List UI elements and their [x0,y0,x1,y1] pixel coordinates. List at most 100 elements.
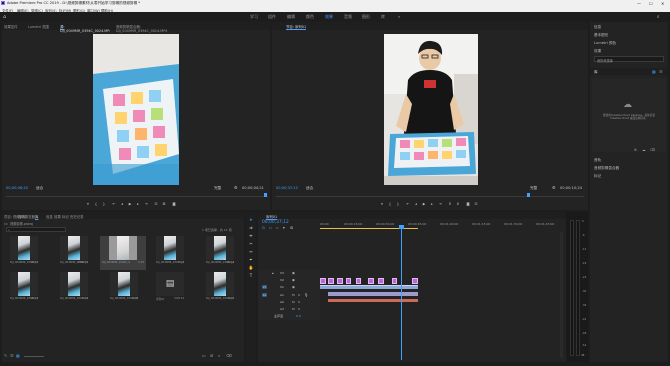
libraries-title[interactable]: 库 [594,70,598,75]
graphic-clip[interactable] [368,278,374,284]
program-step-forward-icon[interactable]: ▸ [430,202,434,206]
source-timecode[interactable]: 00;00;06;20 [6,186,28,190]
mute-button[interactable]: M [292,293,295,297]
program-fit-select[interactable]: 适合 [306,186,313,191]
project-item-5[interactable]: DJI_0049MR_0394C_00... 15:14 [206,236,234,266]
grid-view-icon[interactable]: ▦ [652,69,656,74]
tab-effects[interactable]: 效果 [54,214,61,219]
program-timecode[interactable]: 00;00;37;12 [276,186,298,190]
zoom-slider[interactable] [24,355,44,357]
maximize-button[interactable]: ☐ [649,1,653,6]
tab-info[interactable]: 信息 [46,214,53,219]
timeline-scrollbar[interactable] [560,232,563,358]
slip-tool-icon[interactable]: ↔ [248,248,254,254]
program-go-to-in-icon[interactable]: ⇤ [406,202,410,206]
new-bin-icon[interactable]: ▭ [202,353,206,358]
list-view-button-icon[interactable]: ☰ [10,353,14,358]
program-wrench-icon[interactable]: ⚙ [552,185,556,190]
trash-icon[interactable]: ⌫ [650,148,655,152]
graphic-clip[interactable] [378,278,384,284]
graphic-clip[interactable] [392,278,397,284]
source-resolution-select[interactable]: 完整 [214,186,221,191]
add-marker-icon[interactable]: ▾ [283,226,285,230]
mic-icon[interactable]: 🎙︎ [304,293,308,297]
project-item-1[interactable]: DJI_0049MR_0394C_00... 12:27 [10,236,38,266]
program-scrub-bar[interactable] [276,196,584,197]
marker-icon[interactable]: ▾ [86,202,90,206]
program-play-icon[interactable]: ▶ [422,202,426,206]
write-lock-icon[interactable]: ✎ [4,353,7,358]
hand-tool-icon[interactable]: ✋ [248,264,254,270]
program-mark-out-icon[interactable]: } [396,202,400,206]
workspace-more[interactable]: » [398,14,400,19]
project-search-button-icon[interactable]: ⌕ [218,353,220,358]
vr-icon[interactable]: ⊡ [474,202,478,206]
timeline-settings-icon[interactable]: ⚙ [290,226,293,230]
audio-clip-waveform[interactable] [328,299,418,302]
solo-button[interactable]: S [298,307,300,311]
library-dropdown[interactable]: 我的资源库 [594,56,664,63]
timeline-ruler[interactable]: 00;00 00;00;15;00 00;00;30;00 00;00;45;0… [320,220,588,230]
wrench-icon[interactable]: ⚙ [234,185,238,190]
workspace-learn[interactable]: 学习 [250,14,258,20]
workspace-effects[interactable]: 效果 [325,14,333,20]
add-library-icon[interactable]: ⊕ [634,148,637,152]
tab-library[interactable]: 库 [35,214,38,219]
timeline-playhead-handle[interactable] [399,225,404,229]
icon-view-button-icon[interactable]: ▦ [16,353,20,358]
tab-source[interactable]: 源: DJI_0049MR_0394C_0024.MP4 [60,24,110,33]
source-patch-a1[interactable]: A1 [262,293,267,297]
lift-icon[interactable]: ⊼ [448,202,452,206]
timeline-timecode[interactable]: 00;00;37;12 [262,220,289,225]
workspace-graphics[interactable]: 图形 [362,14,370,20]
master-value[interactable]: 0.0 [296,314,301,318]
workspace-color[interactable]: 颜色 [306,14,314,20]
cloud-sync-icon[interactable]: ☁ [642,148,646,152]
graphic-clip[interactable] [328,278,334,284]
track-select-tool-icon[interactable]: ⇉ [248,224,254,230]
linked-selection-icon[interactable]: ⊂ [276,226,279,230]
eye-icon[interactable]: ◉ [292,278,295,282]
program-marker-icon[interactable]: ▾ [380,202,384,206]
program-resolution-select[interactable]: 完整 [530,186,537,191]
play-icon[interactable]: ▶ [128,202,132,206]
search-icon[interactable]: ⌕ [657,14,660,20]
step-back-icon[interactable]: ◂ [120,202,124,206]
program-playhead-marker[interactable] [527,193,530,197]
project-trash-icon[interactable]: ⌫ [226,353,232,358]
extract-icon[interactable]: ⊻ [456,202,460,206]
mute-button[interactable]: M [292,307,295,311]
section-audio-clip-mixer[interactable]: 音频剪辑混合器 [594,166,619,171]
project-item-10[interactable]: DJI_0049MR_0394C_00... 9:20 [206,272,234,302]
list-view-icon[interactable]: ☰ [659,69,663,74]
audio-clip[interactable] [328,292,418,296]
selection-tool-icon[interactable]: ➤ [248,216,254,222]
nest-icon[interactable]: ⊡ [262,226,265,230]
camera-icon[interactable]: ◙ [172,202,176,206]
program-mark-in-icon[interactable]: { [388,202,392,206]
source-fit-select[interactable]: 适合 [36,186,43,191]
section-lumetri-color[interactable]: Lumetri 颜色 [594,41,616,46]
section-audio-track[interactable]: 音轨 [594,158,601,163]
project-item-7[interactable]: DJI_0049MR_0394C_00... 1:16 [60,272,88,302]
close-button[interactable]: ✕ [661,1,664,6]
video-clip[interactable] [320,285,418,289]
tab-markers[interactable]: 标记 [62,214,69,219]
mark-in-icon[interactable]: { [94,202,98,206]
program-go-to-out-icon[interactable]: ⇥ [438,202,442,206]
source-patch-v1[interactable]: V1 [262,285,267,289]
project-item-4[interactable]: DJI_0049MR_0394C_00... 7:11 [156,236,184,266]
insert-icon[interactable]: ⊡ [154,202,158,206]
go-to-in-icon[interactable]: ⇤ [112,202,116,206]
mute-button[interactable]: M [292,300,295,304]
solo-button[interactable]: S [298,293,300,297]
workspace-editing[interactable]: 编辑 [287,14,295,20]
project-item-2[interactable]: DJI_0049MR_0394C_00... 1:00:21 [60,236,88,266]
section-essential-graphics[interactable]: 基本图形 [594,33,608,38]
workspace-audio[interactable]: 音频 [344,14,352,20]
project-item-sequence[interactable]: ▤ 序列01 3:08:13 [156,272,184,302]
timeline-playhead[interactable] [401,226,402,360]
graphic-clip[interactable] [356,278,361,284]
section-effects[interactable]: 效果 [594,49,601,54]
source-playhead-marker[interactable] [264,193,267,197]
